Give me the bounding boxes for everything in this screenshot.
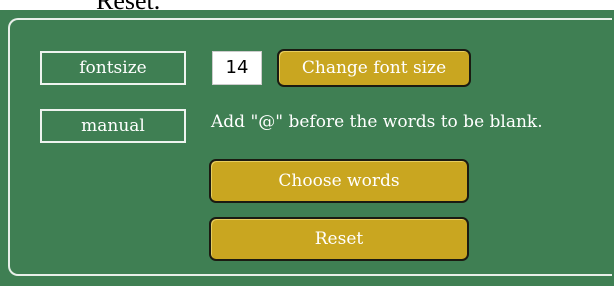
choose-words-button[interactable]: Choose words xyxy=(209,159,469,203)
change-font-size-button[interactable]: Change font size xyxy=(277,49,471,87)
fontsize-label: fontsize xyxy=(40,51,186,85)
font-size-input[interactable]: 14 xyxy=(212,51,262,85)
reset-button[interactable]: Reset xyxy=(209,217,469,261)
manual-hint-text: Add "@" before the words to be blank. xyxy=(211,112,543,132)
manual-label: manual xyxy=(40,109,186,143)
